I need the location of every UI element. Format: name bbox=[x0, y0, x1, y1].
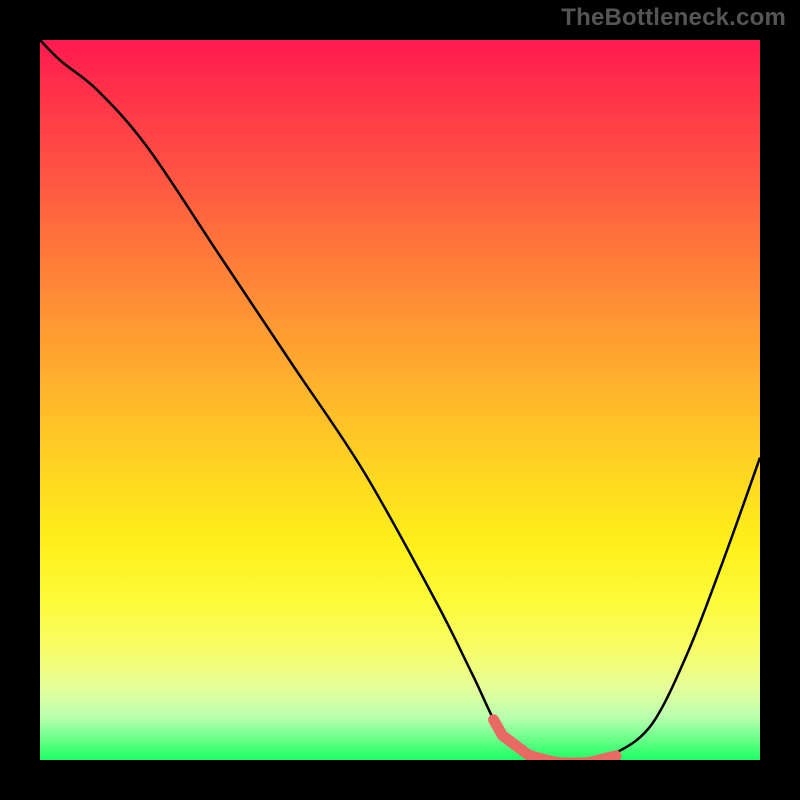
attribution-text: TheBottleneck.com bbox=[561, 4, 786, 32]
curve-line bbox=[40, 40, 760, 760]
bottleneck-curve bbox=[40, 40, 760, 760]
chart-plot-area bbox=[40, 40, 760, 760]
